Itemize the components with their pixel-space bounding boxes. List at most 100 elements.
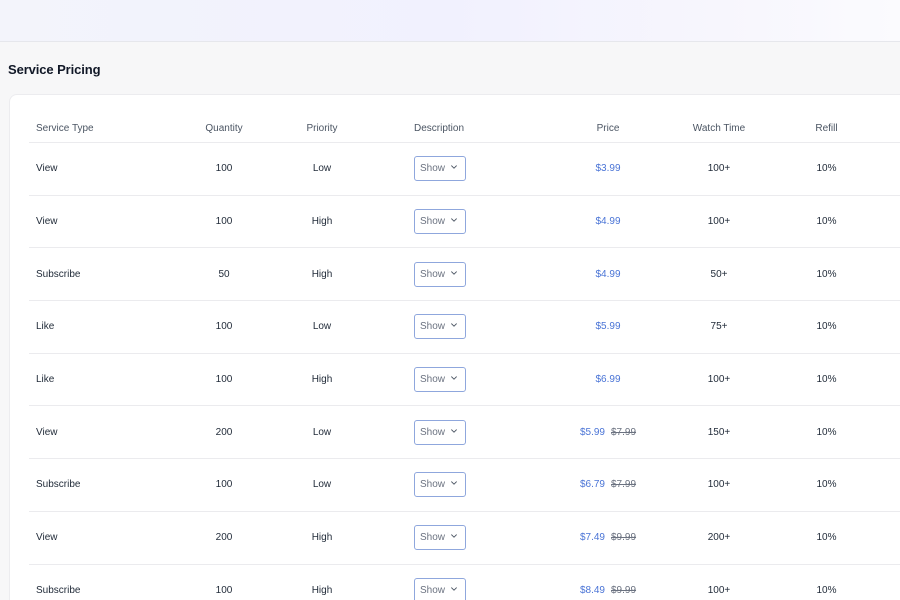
pricing-table: Service Type Quantity Priority Descripti… xyxy=(29,95,900,600)
cell-watch-time: 100+ xyxy=(707,163,731,175)
cell-refill: 10% xyxy=(816,321,837,333)
show-button-label: Show xyxy=(420,426,446,438)
table-row: Subscribe 100 Low Show $6.79 $7.99 100+ 10% xyxy=(29,459,900,512)
cell-quantity: 50 xyxy=(218,268,230,280)
price-original: $7.99 xyxy=(611,479,637,491)
table-row: Subscribe 50 High Show $4.99 50+ 10% xyxy=(29,248,900,302)
pricing-card: Service Type Quantity Priority Descripti… xyxy=(9,94,900,600)
chevron-down-icon xyxy=(450,163,458,174)
cell-watch-time: 50+ xyxy=(710,268,728,280)
price-current: $8.49 xyxy=(579,584,605,596)
show-button-label: Show xyxy=(420,479,446,491)
cell-quantity: 100 xyxy=(215,584,233,596)
chevron-down-icon xyxy=(450,269,458,280)
show-description-button[interactable]: Show xyxy=(414,472,466,498)
cell-quantity: 100 xyxy=(215,321,233,333)
cell-watch-time: 100+ xyxy=(707,584,731,596)
cell-priority: Low xyxy=(312,479,332,491)
header-price: Price xyxy=(596,123,620,134)
show-description-button[interactable]: Show xyxy=(414,419,466,445)
chevron-down-icon xyxy=(450,427,458,438)
cell-service-type: View xyxy=(36,163,58,175)
cell-price: $7.49 $9.99 xyxy=(529,512,659,564)
cell-service-type: View xyxy=(36,216,58,228)
chevron-down-icon xyxy=(450,374,458,385)
cell-quantity: 100 xyxy=(215,216,233,228)
price-original: $7.99 xyxy=(611,426,637,438)
show-button-label: Show xyxy=(420,163,446,175)
chevron-down-icon xyxy=(450,216,458,227)
header-quantity: Quantity xyxy=(205,123,243,134)
cell-price: $6.79 $7.99 xyxy=(529,459,659,511)
table-row: Subscribe 100 High Show $8.49 $9.99 100+ 10% xyxy=(29,565,900,600)
show-button-label: Show xyxy=(420,321,446,333)
cell-watch-time: 200+ xyxy=(707,532,731,544)
cell-service-type: View xyxy=(36,426,58,438)
show-description-button[interactable]: Show xyxy=(414,367,466,393)
cell-price: $4.99 xyxy=(529,196,659,248)
chevron-down-icon xyxy=(450,321,458,332)
table-header-row: Service Type Quantity Priority Descripti… xyxy=(29,95,900,143)
cell-price: $3.99 xyxy=(529,143,659,195)
price-current: $5.99 xyxy=(595,321,621,333)
cell-priority: Low xyxy=(312,321,332,333)
cell-priority: High xyxy=(311,584,333,596)
show-button-label: Show xyxy=(420,532,446,544)
show-button-label: Show xyxy=(420,374,446,386)
show-description-button[interactable]: Show xyxy=(414,577,466,600)
section-title: Service Pricing xyxy=(8,62,101,77)
cell-description: Show xyxy=(414,512,494,564)
header-service-type: Service Type xyxy=(36,123,94,134)
cell-watch-time: 150+ xyxy=(707,426,731,438)
show-description-button[interactable]: Show xyxy=(414,209,466,235)
cell-quantity: 200 xyxy=(215,426,233,438)
show-button-label: Show xyxy=(420,584,446,596)
table-row: View 200 Low Show $5.99 $7.99 150+ 10% xyxy=(29,406,900,460)
chevron-down-icon xyxy=(450,585,458,596)
cell-refill: 10% xyxy=(816,163,837,175)
table-row: Like 100 High Show $6.99 100+ 10% xyxy=(29,354,900,407)
show-description-button[interactable]: Show xyxy=(414,261,466,287)
price-current: $7.49 xyxy=(579,532,605,544)
show-button-label: Show xyxy=(420,216,446,228)
cell-priority: Low xyxy=(312,163,332,175)
table-row: View 100 High Show $4.99 100+ 10% xyxy=(29,196,900,249)
table-row: View 200 High Show $7.49 $9.99 200+ 10% xyxy=(29,512,900,565)
table-row: View 100 Low Show $3.99 100+ 10% xyxy=(29,143,900,196)
cell-priority: High xyxy=(311,374,333,386)
header-watch-time: Watch Time xyxy=(692,123,746,134)
cell-watch-time: 100+ xyxy=(707,479,731,491)
cell-quantity: 100 xyxy=(215,374,233,386)
chevron-down-icon xyxy=(450,479,458,490)
table-row: Like 100 Low Show $5.99 75+ 10% xyxy=(29,301,900,354)
cell-service-type: Subscribe xyxy=(36,479,81,491)
price-current: $5.99 xyxy=(579,426,605,438)
cell-service-type: View xyxy=(36,532,58,544)
cell-refill: 10% xyxy=(816,374,837,386)
show-button-label: Show xyxy=(420,268,446,280)
cell-description: Show xyxy=(414,459,494,511)
cell-quantity: 100 xyxy=(215,479,233,491)
cell-price: $6.99 xyxy=(529,354,659,406)
cell-quantity: 100 xyxy=(215,163,233,175)
price-current: $4.99 xyxy=(595,216,621,228)
cell-refill: 10% xyxy=(816,479,837,491)
header-refill: Refill xyxy=(815,123,838,134)
cell-refill: 10% xyxy=(816,268,837,280)
cell-priority: High xyxy=(311,532,333,544)
cell-priority: High xyxy=(311,216,333,228)
cell-watch-time: 100+ xyxy=(707,374,731,386)
cell-refill: 10% xyxy=(816,426,837,438)
chevron-down-icon xyxy=(450,532,458,543)
price-current: $4.99 xyxy=(595,268,621,280)
price-current: $6.79 xyxy=(579,479,605,491)
show-description-button[interactable]: Show xyxy=(414,156,466,182)
show-description-button[interactable]: Show xyxy=(414,314,466,340)
header-priority: Priority xyxy=(306,123,338,134)
cell-service-type: Subscribe xyxy=(36,268,81,280)
show-description-button[interactable]: Show xyxy=(414,525,466,551)
price-current: $6.99 xyxy=(595,374,621,386)
cell-description: Show xyxy=(414,248,494,300)
cell-service-type: Like xyxy=(36,321,55,333)
price-original: $9.99 xyxy=(611,532,637,544)
